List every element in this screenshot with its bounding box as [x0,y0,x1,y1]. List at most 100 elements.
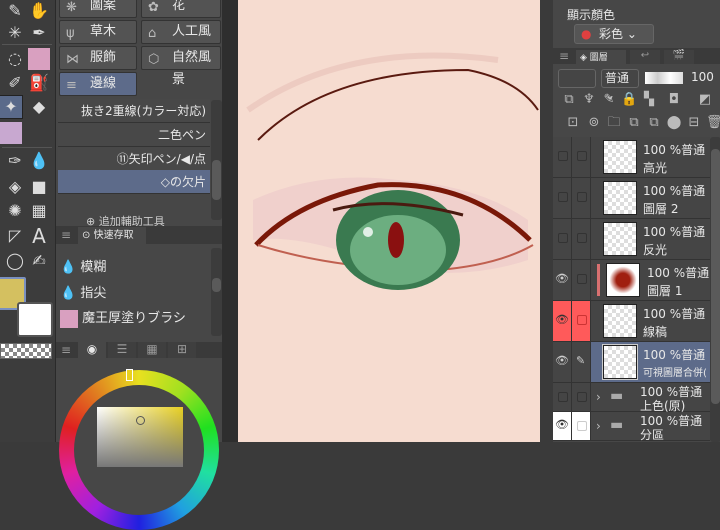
menu-icon[interactable]: ≡ [61,343,71,357]
quick-item[interactable]: 💧 模糊 [60,256,106,275]
mask-icon[interactable]: ◘ [666,92,682,108]
apply-mask-icon[interactable]: ⊟ [686,115,702,131]
layer-row[interactable]: 👁 100 %普通 圖層 1 [553,260,710,301]
merge-down-icon[interactable]: ⧉ [646,115,662,131]
opacity-slider[interactable] [645,72,683,84]
canvas[interactable] [238,0,540,442]
character-brush-icon[interactable] [28,48,50,70]
lock-toggle[interactable] [572,301,591,341]
brush-item[interactable]: ⑪矢印ペン/◀/点 [58,147,210,171]
brush-item[interactable]: 二色ペン [58,123,210,147]
new-folder-icon[interactable]: 🗀 [606,115,622,131]
menu-icon[interactable]: ≡ [559,49,569,63]
clip-icon[interactable]: ⧉ [561,92,577,108]
lock-toggle[interactable] [572,383,591,411]
layer-color-select[interactable] [558,69,596,88]
layer-row[interactable]: 👁 100 %普通 線稿 [553,301,710,342]
ruler-show-icon[interactable]: ◩ [697,92,713,108]
blend-mode-select[interactable]: 普通⌄ [601,69,639,102]
tab-color-wheel[interactable]: ◉ [78,342,106,358]
tab-color-slider[interactable]: ☰ [108,342,136,358]
category-natural-scenery[interactable]: ⬡ 自然風景 [141,46,221,87]
text-icon[interactable]: A [28,225,50,247]
lasso-select-icon[interactable]: ◯ [4,250,26,272]
fill-icon[interactable]: ◈ [4,176,26,198]
category-pattern[interactable]: ❋ 圖案 [59,0,137,18]
character-icon[interactable] [0,122,22,144]
chevron-right-icon[interactable]: › [596,419,601,433]
visibility-toggle[interactable] [553,383,572,411]
draft-layer-icon[interactable]: ✎ [601,92,617,108]
brush-item-selected[interactable]: ◇の欠片 [58,170,210,194]
visibility-toggle[interactable]: 👁 [553,301,572,341]
layer-row[interactable]: 100 %普通 高光 [553,137,710,178]
ruler-icon[interactable]: ◸ [4,225,26,247]
brush-item[interactable]: 抜き2重線(カラー対応) [58,99,210,123]
lock-toggle[interactable] [572,260,591,300]
color-picker-cursor[interactable] [136,416,145,425]
quick-item[interactable]: 魔王厚塗りブラシ [60,307,186,328]
new-raster-layer-icon[interactable]: ⊡ [565,115,581,131]
transfer-down-icon[interactable]: ⧉ [626,115,642,131]
display-color-select[interactable]: ● 彩色 ⌄ [574,24,654,44]
lock-toggle[interactable] [572,178,591,218]
tab-animation[interactable]: 🎬 [664,50,694,64]
magic-wand-icon[interactable]: ✳ [4,22,26,44]
sub-color-swatch[interactable] [17,302,53,337]
new-vector-layer-icon[interactable]: ⊚ [586,115,602,131]
tab-intermediate-color[interactable]: ⊞ [168,342,196,358]
layer-row[interactable]: 100 %普通 圖層 2 [553,178,710,219]
airbrush-icon[interactable]: ⛽ [28,72,50,94]
chevron-right-icon[interactable]: › [596,390,601,404]
frame-icon[interactable]: ▦ [28,200,50,222]
visibility-toggle[interactable] [553,137,572,177]
visibility-toggle[interactable] [553,219,572,259]
hand-icon[interactable]: ✋ [28,0,50,22]
transparent-color-swatch[interactable] [0,343,52,359]
visibility-toggle[interactable] [553,178,572,218]
category-flower[interactable]: ✿ 花 [141,0,221,18]
trash-icon[interactable]: 🗑 [706,115,720,131]
visibility-toggle[interactable]: 👁 [553,260,572,300]
visibility-toggle[interactable]: 👁 [553,412,572,440]
opacity-value[interactable]: 100 [691,70,714,84]
layer-scrollbar[interactable] [710,137,720,442]
lock-toggle[interactable] [572,137,591,177]
eyedropper-icon[interactable]: ✎ [4,0,26,22]
quick-item[interactable]: 💧 指尖 [60,282,106,301]
eraser-icon[interactable]: ◆ [28,96,50,118]
folder-row[interactable]: 👁 › ▬ 100 %普通 分區 [553,412,710,442]
folder-row[interactable]: › ▬ 100 %普通 上色(原) [553,383,710,413]
layer-row-selected[interactable]: 👁 ✎ 100 %普通 可視圖層合併( [553,342,710,383]
tab-layer[interactable]: ◈ 圖層 [576,50,626,64]
tab-color-set[interactable]: ▦ [138,342,166,358]
layer-row[interactable]: 100 %普通 反光 [553,219,710,260]
burst-icon[interactable]: ✺ [4,200,26,222]
category-grass[interactable]: ψ 草木 [59,20,137,44]
tab-quick-access[interactable]: ⊙ 快速存取 [78,227,146,244]
lasso-icon[interactable]: ◌ [4,48,26,70]
blend-icon[interactable]: ✑ [4,150,26,172]
visibility-toggle[interactable]: 👁 [553,342,572,382]
create-mask-icon[interactable]: ⬤ [666,115,682,131]
gradient-icon[interactable]: ■ [28,176,50,198]
hue-handle[interactable] [126,369,133,381]
category-artificial-scenery[interactable]: ⌂人工風景 [141,20,221,61]
sparkle-decoration-icon[interactable]: ✦ [0,95,23,119]
correction-pen-icon[interactable]: ✍ [28,250,50,272]
tab-history[interactable]: ↩ [630,50,660,64]
sub-tool-scrollbar[interactable] [211,100,222,220]
pen-edit-icon[interactable]: ✎ [572,342,591,382]
menu-icon[interactable]: ≡ [61,228,71,242]
lock-transparency-icon[interactable]: ▚ [641,92,657,108]
lock-icon[interactable]: 🔒 [621,92,637,108]
lock-toggle[interactable] [572,412,591,440]
pen-icon[interactable]: ✒ [28,22,50,44]
quick-access-scrollbar[interactable] [211,248,222,336]
lock-toggle[interactable] [572,219,591,259]
category-border[interactable]: ≡ 邊線 [59,72,137,96]
brush-icon[interactable]: ✐ [4,72,26,94]
dropper-blend-icon[interactable]: 💧 [28,150,50,172]
reference-layer-icon[interactable]: ♆ [581,92,597,108]
category-clothing[interactable]: ⋈ 服飾 [59,46,137,70]
